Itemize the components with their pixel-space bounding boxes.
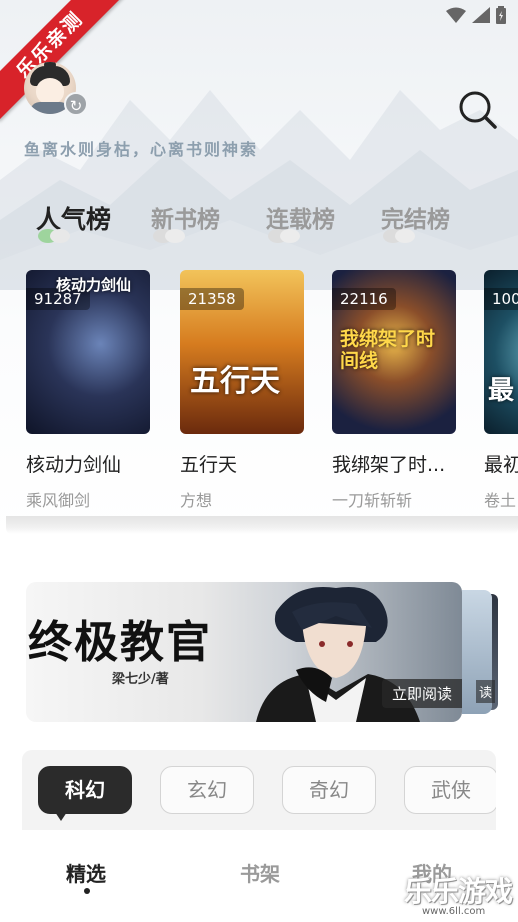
banner-title: 终极教官: [28, 617, 212, 668]
book-cover: 100 最: [484, 270, 518, 434]
book-cover: 21358 五行天: [180, 270, 304, 434]
search-icon: [459, 91, 497, 129]
category-label: 武侠: [431, 778, 471, 802]
tab-new-books[interactable]: 新书榜: [151, 200, 266, 243]
category-xuanhuan[interactable]: 玄幻: [160, 766, 254, 814]
cover-text: 五行天: [190, 364, 280, 399]
read-count: 100: [484, 288, 518, 310]
category-scifi[interactable]: 科幻: [38, 766, 132, 821]
banner-slide[interactable]: 终极教官 梁七少/著 立即阅读: [26, 582, 462, 722]
search-button[interactable]: [456, 88, 500, 132]
tab-completed[interactable]: 完结榜: [381, 200, 496, 243]
book-card[interactable]: 22116 我绑架了时间线 我绑架了时... 一刀斩斩斩: [332, 270, 456, 510]
tab-serializing[interactable]: 连载榜: [266, 200, 381, 243]
signal-icon: [472, 7, 490, 23]
cloud-icon: [153, 229, 185, 243]
status-bar: [446, 6, 506, 24]
category-label: 玄幻: [187, 778, 227, 802]
section-divider: [6, 516, 518, 534]
book-title: 我绑架了时...: [332, 454, 446, 476]
category-label: 奇幻: [309, 778, 349, 802]
banner-side-read-label: 读: [476, 680, 496, 703]
ranking-book-list: 91287 核动力剑仙 核动力剑仙 乘风御剑 21358 五行天 五行天 方想 …: [26, 270, 518, 510]
ranking-tabs: 人气榜 新书榜 连载榜 完结榜: [36, 200, 496, 243]
book-card[interactable]: 91287 核动力剑仙 核动力剑仙 乘风御剑: [26, 270, 150, 510]
cloud-icon: [383, 229, 415, 243]
category-selector: 科幻 玄幻 奇幻 武侠: [22, 750, 496, 830]
banner-carousel[interactable]: 读 终极教官 梁七少/著 立即阅读: [26, 580, 518, 722]
book-title: 核动力剑仙: [26, 454, 122, 476]
cover-text: 核动力剑仙: [56, 276, 132, 294]
book-cover: 91287 核动力剑仙: [26, 270, 150, 434]
cover-text: 最: [488, 376, 515, 406]
watermark-text: 乐乐游戏: [404, 875, 513, 908]
book-author: 一刀斩斩斩: [332, 491, 413, 510]
book-cover: 22116 我绑架了时间线: [332, 270, 456, 434]
category-label: 科幻: [65, 778, 105, 802]
book-author: 卷土: [484, 491, 517, 510]
nav-active-indicator: [84, 888, 90, 894]
motto-text: 鱼离水则身枯，心离书则神索: [24, 140, 259, 159]
book-card[interactable]: 21358 五行天 五行天 方想: [180, 270, 304, 510]
nav-featured[interactable]: 精选: [66, 858, 106, 887]
refresh-icon[interactable]: ↻: [64, 92, 88, 116]
book-author: 乘风御剑: [26, 491, 91, 510]
watermark-url: www.6ll.com: [422, 906, 486, 917]
category-fantasy[interactable]: 奇幻: [282, 766, 376, 814]
book-author: 方想: [180, 491, 213, 510]
watermark-logo: 乐乐游戏 www.6ll.com: [400, 868, 518, 922]
cloud-icon: [38, 229, 70, 243]
read-now-button[interactable]: 立即阅读: [381, 679, 462, 708]
tab-popular[interactable]: 人气榜: [36, 200, 151, 243]
battery-icon: [496, 6, 506, 24]
read-count: 21358: [180, 288, 244, 310]
read-count: 22116: [332, 288, 396, 310]
category-wuxia[interactable]: 武侠: [404, 766, 496, 814]
book-title: 最初: [484, 454, 518, 476]
cover-text: 我绑架了时间线: [340, 328, 436, 372]
book-card[interactable]: 100 最 最初 卷土: [484, 270, 518, 510]
book-title: 五行天: [180, 454, 238, 476]
wifi-icon: [446, 7, 466, 23]
cloud-icon: [268, 229, 300, 243]
nav-bookshelf[interactable]: 书架: [240, 858, 280, 887]
banner-author: 梁七少/著: [112, 672, 169, 687]
mountain-landscape: [0, 90, 518, 290]
